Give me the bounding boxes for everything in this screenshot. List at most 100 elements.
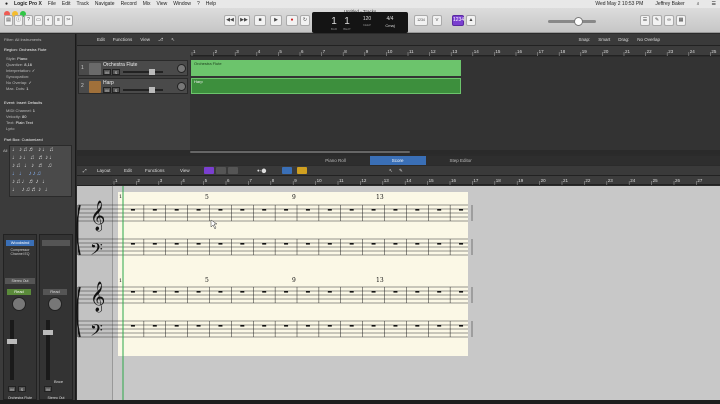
rewind-button[interactable]: ◀◀ — [224, 15, 236, 26]
score-page[interactable] — [118, 192, 468, 356]
row-value[interactable]: 80 — [22, 114, 26, 119]
pencil-tool-icon[interactable]: ✎ — [399, 168, 403, 174]
menu-file[interactable]: File — [48, 1, 56, 7]
track-header-flute[interactable]: 1 Orchestra Flute M S — [78, 60, 188, 76]
pan-knob-flute[interactable] — [12, 297, 26, 311]
bounce-button[interactable]: Bnce — [54, 379, 68, 385]
menu-edit[interactable]: Edit — [62, 1, 71, 7]
track-solo-button[interactable]: S — [112, 69, 120, 75]
pan-knob-output[interactable] — [48, 297, 62, 311]
tab-piano-roll[interactable]: Piano Roll — [303, 156, 368, 165]
track-volume-knob[interactable] — [149, 87, 155, 93]
row-value[interactable]: Piano — [17, 56, 27, 61]
editor-functions-menu[interactable]: Functions — [145, 168, 165, 173]
menu-track[interactable]: Track — [77, 1, 89, 7]
menu-help[interactable]: Help — [206, 1, 216, 7]
mixer-button[interactable]: ≡ — [54, 15, 63, 26]
editor-layout-menu[interactable]: Layout — [97, 168, 111, 173]
search-icon[interactable]: ⌕ — [697, 1, 700, 7]
track-solo-button[interactable]: S — [112, 87, 120, 93]
view-mode-page-button[interactable] — [216, 167, 226, 174]
editor-edit-menu[interactable]: Edit — [124, 168, 132, 173]
catch-icon[interactable]: ⎇ — [158, 37, 163, 43]
track-header-harp[interactable]: 2 Harp M S — [78, 78, 188, 94]
tracks-edit-menu[interactable]: Edit — [97, 37, 105, 42]
partbox-symbol-grid[interactable]: ♩♪♫♬ ♪♩♫ ♩♪♩♫ ♬♪♩ ♪♫ ♩♪ ♬ ♫ ♩♩ ♪♪♫ ♪♫♩♬♪… — [9, 145, 72, 197]
inspector-region-header[interactable]: Region: Orchestra Flute — [4, 47, 46, 52]
pointer-tool-icon[interactable]: ↖ — [389, 168, 393, 174]
filter-icon[interactable]: ⤢ — [83, 168, 87, 173]
midi-in-icon[interactable]: ●◦⬤ — [257, 168, 266, 174]
lcd-display[interactable]: 1 1 BAR BEAT 120 KEEP 4/4 Cmaj — [312, 12, 408, 33]
automation-mode-flute[interactable]: Read — [7, 289, 31, 295]
track-volume-slider[interactable] — [123, 87, 163, 93]
score-ruler[interactable]: 1 2 3 4 5 6 7 8 9 10 11 12 13 14 15 16 17 18 19 20 21 22 23 24 2… — [112, 176, 720, 185]
editors-button[interactable]: ✂ — [64, 15, 73, 26]
mute-button-flute[interactable]: M — [8, 386, 16, 392]
fader-knob-flute[interactable] — [7, 339, 17, 344]
plugin-slot-output[interactable] — [42, 240, 70, 246]
fast-forward-button[interactable]: ▶▶ — [238, 15, 250, 26]
metronome-count-button[interactable]: 1234 — [452, 15, 464, 26]
link-button[interactable] — [282, 167, 292, 174]
send-slot[interactable]: Stereo Out — [5, 278, 35, 284]
master-volume-slider[interactable] — [548, 17, 596, 26]
note-symbols-row[interactable]: ♩♪♫♬ ♪♩♫ — [12, 146, 71, 154]
menu-navigate[interactable]: Navigate — [95, 1, 115, 7]
menu-window[interactable]: Window — [173, 1, 191, 7]
track-mute-button[interactable]: M — [103, 69, 111, 75]
fader-knob-output[interactable] — [43, 330, 53, 335]
track-pan-knob[interactable] — [177, 82, 186, 91]
row-value[interactable]: 8,16 — [24, 62, 32, 67]
library-button[interactable]: ▤ — [4, 15, 13, 26]
snap-dropdown[interactable]: Smart — [598, 37, 610, 42]
smart-controls-button[interactable]: ◐ — [44, 15, 53, 26]
pointer-tool-icon[interactable]: ↖ — [171, 37, 175, 43]
solo-button-flute[interactable]: S — [18, 386, 26, 392]
tracks-scrollbar[interactable] — [190, 150, 720, 154]
menu-app[interactable]: Logic Pro X — [14, 1, 42, 7]
user-name[interactable]: Jeffrey Baker — [655, 1, 684, 7]
note-symbols-row[interactable]: ♩ ♪♫♬♪ ♩ — [12, 186, 71, 194]
menu-unknown[interactable]: ? — [197, 1, 200, 7]
track-mute-button[interactable]: M — [103, 87, 111, 93]
tab-score[interactable]: Score — [369, 156, 426, 165]
note-symbols-row[interactable]: ♪♫♩♬♪ ♩ — [12, 178, 71, 186]
fader-track-flute[interactable] — [10, 320, 14, 380]
drag-dropdown[interactable]: No Overlap — [637, 37, 660, 42]
note-symbols-row[interactable]: ♩♩ ♪♪♫ — [12, 170, 71, 178]
help-button[interactable]: ? — [24, 15, 33, 26]
stop-button[interactable]: ■ — [254, 15, 266, 26]
fader-track-output[interactable] — [46, 320, 50, 380]
browsers-button[interactable]: ▦ — [676, 15, 686, 26]
row-value[interactable]: 1 — [26, 86, 28, 91]
info-button[interactable]: ⓘ — [14, 15, 23, 26]
master-volume-knob[interactable] — [574, 17, 583, 26]
inspector-partbox-header[interactable]: Part Box: Customized — [4, 137, 43, 142]
track-pan-knob[interactable] — [177, 64, 186, 73]
editor-view-menu[interactable]: View — [180, 168, 190, 173]
track-name[interactable]: Harp — [103, 80, 114, 86]
track-volume-slider[interactable] — [123, 69, 163, 75]
inspector-filter[interactable]: Filter: All Instruments — [4, 37, 41, 42]
note-symbols-row[interactable]: ♪♫ ♩♪ ♬ ♫ — [12, 162, 71, 170]
play-button[interactable]: ▶ — [270, 15, 282, 26]
cycle-button[interactable]: ↻ — [300, 15, 310, 26]
row-value[interactable]: ✓ — [32, 68, 35, 73]
view-mode-wrap-button[interactable] — [228, 167, 238, 174]
toolbar-button[interactable]: ▭ — [34, 15, 43, 26]
list-editors-button[interactable]: ☰ — [640, 15, 650, 26]
row-value[interactable]: 1 — [33, 108, 35, 113]
region-orchestra-flute[interactable]: Orchestra Flute — [191, 60, 461, 76]
eq-slots[interactable]: Compressor Channel EQ — [5, 248, 35, 260]
menu-mix[interactable]: Mix — [143, 1, 151, 7]
apple-menu-icon[interactable]: ● — [5, 1, 8, 7]
record-button[interactable]: ● — [286, 15, 298, 26]
tracks-functions-menu[interactable]: Functions — [113, 37, 133, 42]
tuner-button[interactable]: ⋎ — [432, 15, 442, 26]
tracks-view-menu[interactable]: View — [140, 37, 150, 42]
tracks-ruler[interactable]: 1 2 3 4 5 6 7 8 9 10 11 12 13 14 15 16 17 18 19 20 21 22 23 24 2… — [190, 46, 720, 56]
notepad-button[interactable]: ✎ — [652, 15, 662, 26]
note-symbols-row[interactable]: ♩♪♩♫ ♬♪♩ — [12, 154, 71, 162]
track-name[interactable]: Orchestra Flute — [103, 62, 137, 68]
